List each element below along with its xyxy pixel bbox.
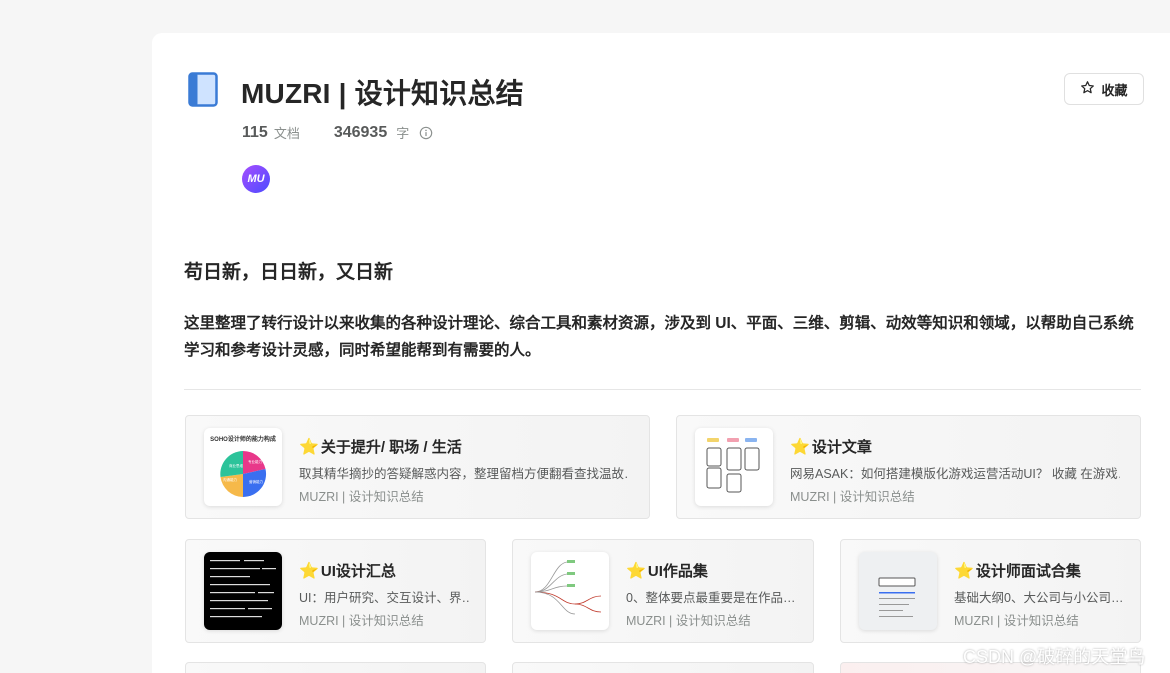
intro-heading: 苟日新，日日新，又日新 bbox=[184, 262, 394, 283]
card-title[interactable]: ⭐ UI设计汇总 bbox=[299, 560, 396, 581]
divider bbox=[184, 389, 1141, 390]
pie-thumbnail-icon: 商业思维 专业能力 沟通能力 营销能力 bbox=[220, 450, 267, 498]
card-source: MUZRI | 设计知识总结 bbox=[626, 614, 751, 628]
pie-label: 专业能力 bbox=[248, 459, 262, 464]
author-avatar[interactable]: MU bbox=[242, 165, 270, 193]
card-summary: UI：用户研究、交互设计、界… bbox=[299, 591, 471, 605]
card-summary: 网易ASAK：如何搭建模版化游戏运营活动UI？ 收藏 在游戏… bbox=[790, 467, 1120, 481]
card-summary: 取其精华摘抄的答疑解惑内容，整理留档方便翻看查找温故… bbox=[299, 467, 629, 481]
mindmap-thumbnail-icon bbox=[534, 560, 602, 615]
pie-label: 商业思维 bbox=[229, 463, 243, 468]
star-icon: ⭐ bbox=[790, 438, 810, 456]
pie-label: 沟通能力 bbox=[223, 477, 237, 482]
doc-card[interactable]: SOHO设计师的能力构成 商业思维 专业能力 沟通能力 营销能力 ⭐ 关于提升/… bbox=[185, 415, 650, 519]
favorite-label: 收藏 bbox=[1101, 82, 1128, 98]
layout-thumbnail-icon bbox=[706, 438, 760, 493]
doc-unit: 文档 bbox=[273, 126, 300, 141]
doc-count: 115 bbox=[242, 123, 268, 141]
page-title: MUZRI | 设计知识总结 bbox=[241, 78, 524, 109]
pie-label: 营销能力 bbox=[249, 479, 263, 484]
doc-card[interactable]: ⭐ UI作品集 0、整体要点最重要是在作品… MUZRI | 设计知识总结 bbox=[512, 539, 814, 643]
card-summary: 基础大纲0、大公司与小公司… bbox=[954, 591, 1124, 605]
card-source: MUZRI | 设计知识总结 bbox=[299, 490, 424, 504]
book-icon bbox=[188, 72, 218, 107]
card-source: MUZRI | 设计知识总结 bbox=[299, 614, 424, 628]
document-thumbnail-icon bbox=[878, 577, 916, 617]
word-unit: 字 bbox=[396, 126, 410, 141]
card-source: MUZRI | 设计知识总结 bbox=[790, 490, 915, 504]
doc-card[interactable] bbox=[512, 662, 814, 673]
card-thumbnail bbox=[204, 552, 282, 630]
text-thumbnail-icon bbox=[210, 560, 276, 618]
card-title-text: 关于提升/ 职场 / 生活 bbox=[320, 439, 462, 456]
card-thumbnail bbox=[531, 552, 609, 630]
info-icon[interactable] bbox=[419, 126, 433, 140]
card-title-text: UI作品集 bbox=[647, 563, 708, 580]
doc-card[interactable]: ⭐ 设计文章 网易ASAK：如何搭建模版化游戏运营活动UI？ 收藏 在游戏… M… bbox=[676, 415, 1141, 519]
intro-description: 这里整理了转行设计以来收集的各种设计理论、综合工具和素材资源，涉及到 UI、平面… bbox=[184, 315, 1134, 359]
card-source: MUZRI | 设计知识总结 bbox=[954, 614, 1079, 628]
card-title-text: UI设计汇总 bbox=[320, 563, 396, 580]
avatar-text: MU bbox=[247, 173, 265, 185]
favorite-button[interactable]: 收藏 bbox=[1064, 73, 1144, 105]
star-icon: ⭐ bbox=[299, 562, 319, 580]
card-title-text: 设计师面试合集 bbox=[975, 563, 1081, 580]
doc-card[interactable]: ⭐ 设计师面试合集 基础大纲0、大公司与小公司… MUZRI | 设计知识总结 bbox=[840, 539, 1141, 643]
card-title-text: 设计文章 bbox=[811, 439, 872, 456]
book-stats: 115 文档 346935 字 bbox=[242, 123, 433, 142]
thumb-caption: SOHO设计师的能力构成 bbox=[210, 437, 276, 443]
doc-card[interactable]: ⭐ UI设计汇总 UI：用户研究、交互设计、界… MUZRI | 设计知识总结 bbox=[185, 539, 486, 643]
card-title[interactable]: ⭐ 设计文章 bbox=[790, 436, 872, 457]
card-title[interactable]: ⭐ 关于提升/ 职场 / 生活 bbox=[299, 436, 462, 457]
card-title[interactable]: ⭐ UI作品集 bbox=[626, 560, 708, 581]
star-icon: ⭐ bbox=[299, 438, 319, 456]
word-count: 346935 bbox=[333, 123, 388, 141]
star-icon: ⭐ bbox=[954, 562, 974, 580]
watermark: CSDN @破碎的天堂鸟 bbox=[963, 647, 1146, 667]
card-thumbnail: SOHO设计师的能力构成 商业思维 专业能力 沟通能力 营销能力 bbox=[204, 428, 282, 506]
star-icon: ⭐ bbox=[626, 562, 646, 580]
doc-card[interactable] bbox=[185, 662, 486, 673]
star-outline-icon bbox=[1080, 80, 1095, 98]
card-summary: 0、整体要点最重要是在作品… bbox=[626, 591, 796, 605]
card-title[interactable]: ⭐ 设计师面试合集 bbox=[954, 560, 1081, 581]
card-thumbnail bbox=[859, 552, 937, 630]
card-thumbnail bbox=[695, 428, 773, 506]
